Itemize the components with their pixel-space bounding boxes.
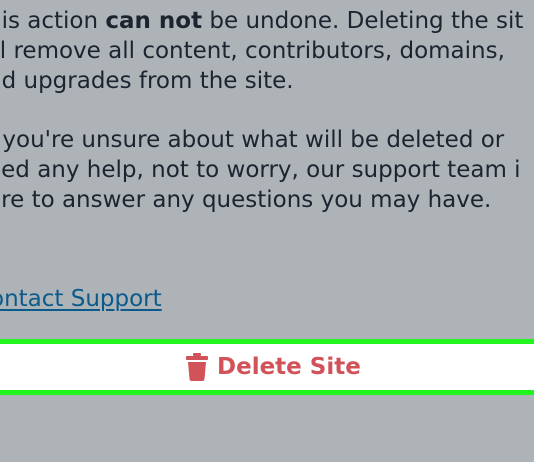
- trash-icon: [186, 353, 208, 381]
- support-line-3: ere to answer any questions you may have…: [0, 187, 492, 213]
- contact-support-link[interactable]: ontact Support: [0, 284, 162, 314]
- warning-line-1-end: be undone. Deleting the sit: [202, 8, 524, 34]
- support-line-1: f you're unsure about what will be delet…: [0, 127, 505, 153]
- support-note-text: f you're unsure about what will be delet…: [0, 125, 521, 215]
- warning-line-2: ill remove all content, contributors, do…: [0, 38, 505, 64]
- delete-site-button[interactable]: Delete Site: [186, 350, 361, 384]
- support-line-2: eed any help, not to worry, our support …: [0, 157, 521, 183]
- warning-line-1-start: his action: [0, 8, 99, 34]
- warning-line-1: his action can not be undone. Deleting t…: [0, 6, 523, 36]
- warning-line-3: nd upgrades from the site.: [0, 68, 294, 94]
- delete-site-label: Delete Site: [217, 354, 361, 380]
- delete-site-row: Delete Site: [0, 339, 534, 395]
- warning-emphasis: can not: [105, 8, 203, 34]
- delete-warning-text: his action can not be undone. Deleting t…: [0, 6, 523, 96]
